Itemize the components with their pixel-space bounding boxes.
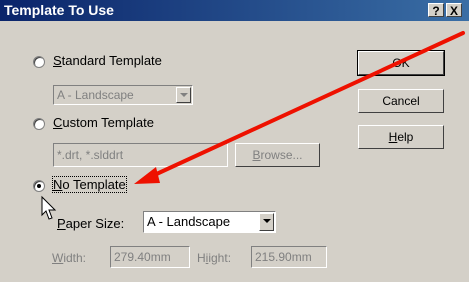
- mouse-pointer-icon: [41, 195, 57, 220]
- annotation-overlay: [41, 31, 465, 220]
- red-arrow-icon: [134, 31, 465, 184]
